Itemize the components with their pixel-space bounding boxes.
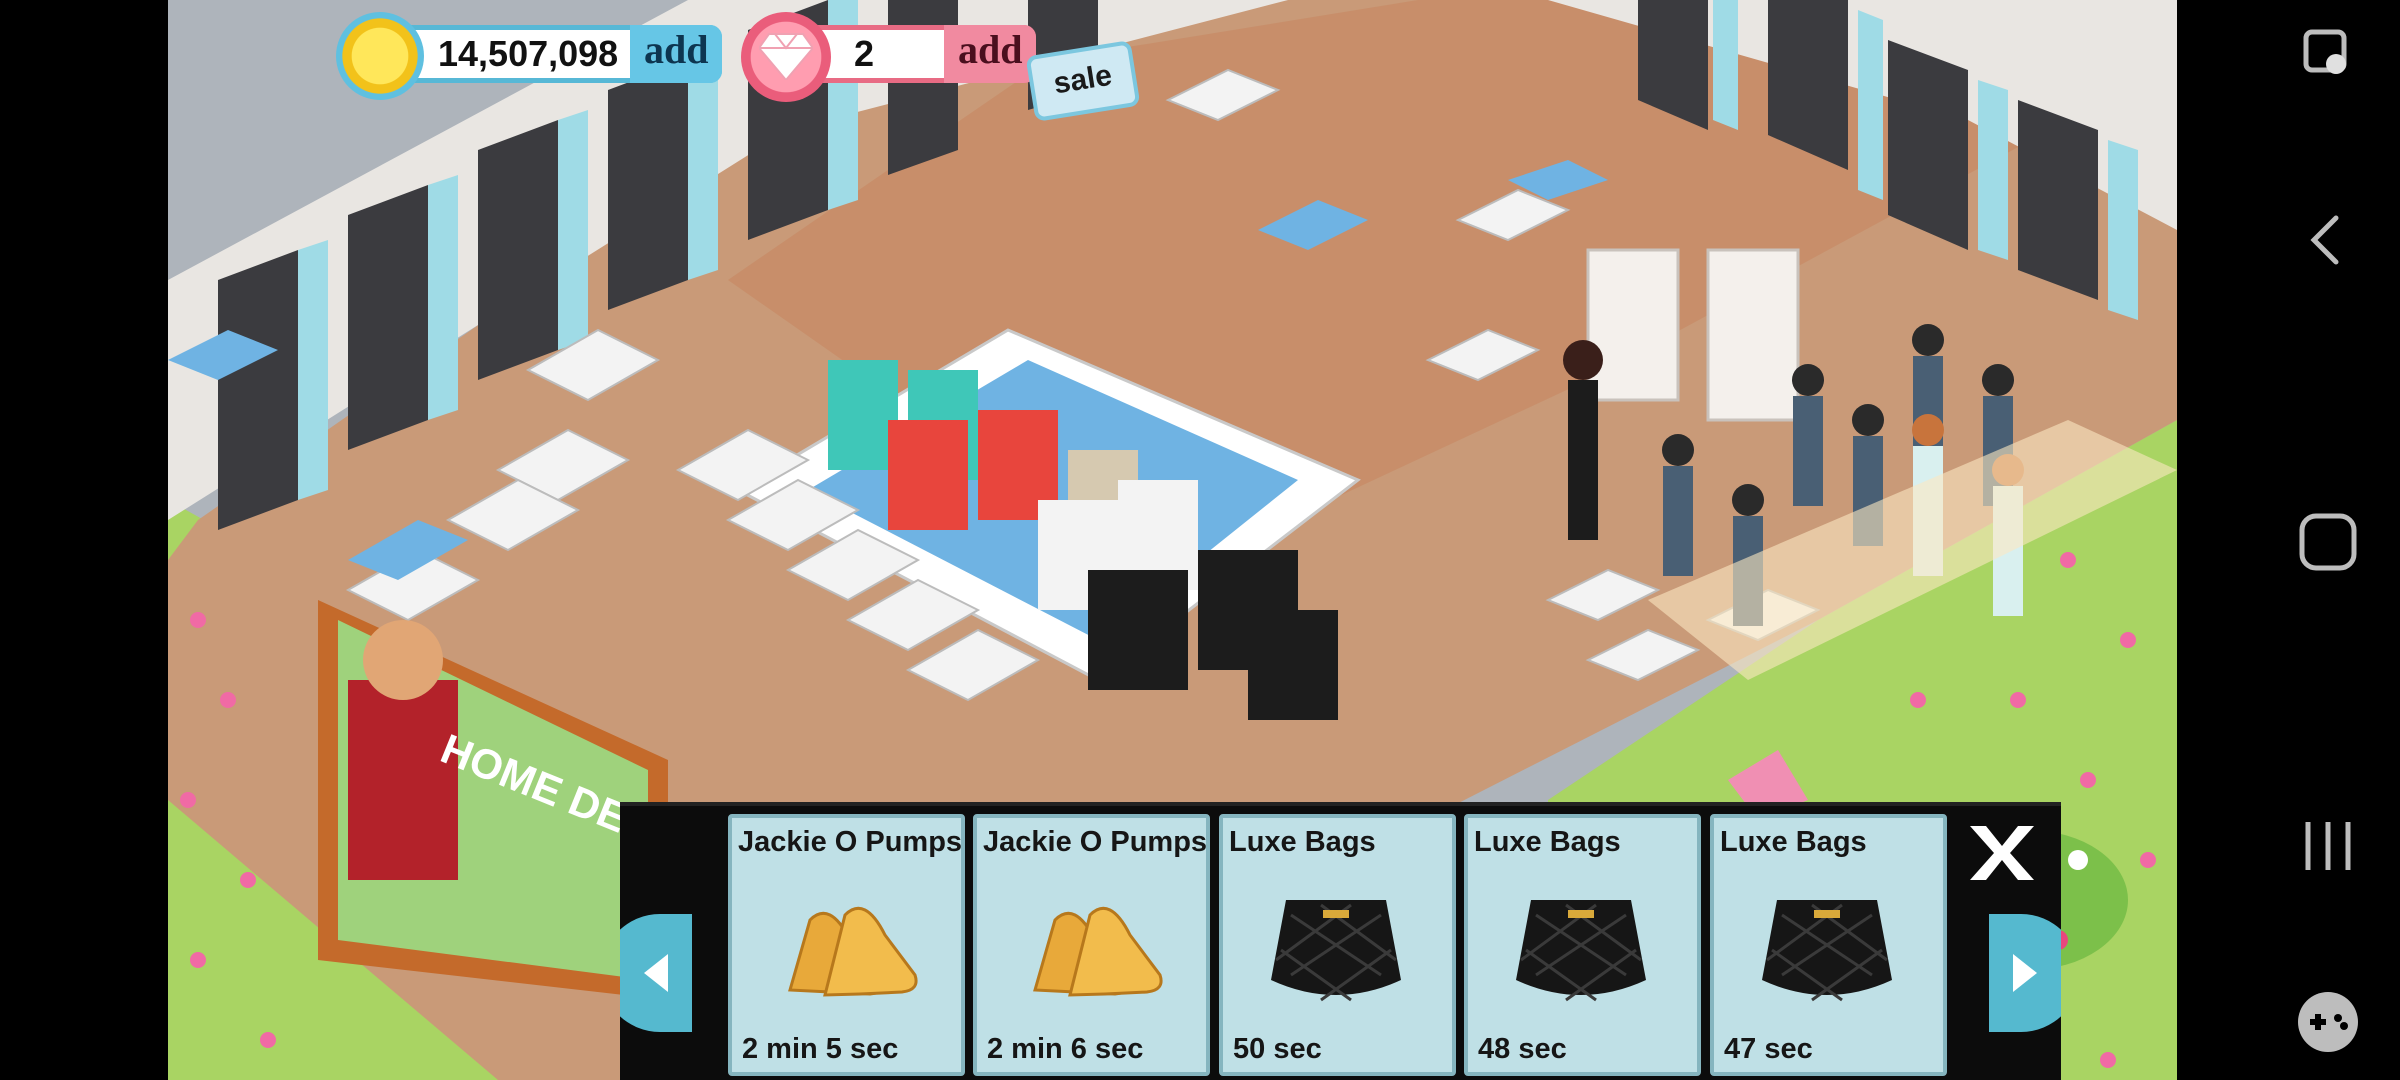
tray-item-card[interactable]: Luxe Bags 48 sec	[1464, 814, 1701, 1076]
tray-item-card[interactable]: Jackie O Pumps 2 min 6 sec	[973, 814, 1210, 1076]
coin-icon	[336, 12, 424, 100]
pumps-icon	[788, 906, 918, 997]
game-viewport[interactable]: HOME DESIG 14,507,098 add 2 add sale Jac…	[168, 0, 2177, 1080]
item-name: Luxe Bags	[1474, 826, 1621, 858]
back-icon[interactable]	[2292, 204, 2364, 276]
item-timer: 47 sec	[1724, 1033, 1813, 1065]
bag-icon	[1762, 900, 1892, 1002]
item-timer: 2 min 6 sec	[987, 1033, 1144, 1065]
bag-icon	[1516, 900, 1646, 1002]
item-timer: 50 sec	[1233, 1033, 1322, 1065]
bag-icon	[1271, 900, 1401, 1002]
item-name: Jackie O Pumps	[738, 826, 963, 858]
add-gems-button[interactable]: add	[944, 25, 1036, 83]
tray-item-card[interactable]: Luxe Bags 47 sec	[1710, 814, 1947, 1076]
tray-prev-arrow-icon[interactable]	[620, 914, 692, 1032]
item-name: Jackie O Pumps	[983, 826, 1208, 858]
coin-balance: 14,507,098	[438, 33, 619, 74]
item-timer: 2 min 5 sec	[742, 1033, 899, 1065]
game-controller-icon[interactable]	[2292, 986, 2364, 1058]
item-name: Luxe Bags	[1720, 826, 1867, 858]
tray-next-arrow-icon[interactable]	[1989, 914, 2061, 1032]
pumps-icon	[1033, 906, 1163, 997]
screenshot-icon[interactable]	[2292, 18, 2364, 90]
home-icon[interactable]	[2292, 506, 2364, 578]
item-name: Luxe Bags	[1229, 826, 1376, 858]
tray-item-card[interactable]: Jackie O Pumps 2 min 5 sec	[728, 814, 965, 1076]
close-icon[interactable]	[1962, 820, 2042, 886]
tray-item-card[interactable]: Luxe Bags 50 sec	[1219, 814, 1456, 1076]
add-coins-button[interactable]: add	[630, 25, 722, 83]
diamond-icon	[741, 12, 831, 102]
item-timer: 48 sec	[1478, 1033, 1567, 1065]
production-tray: Jackie O Pumps 2 min 5 sec Jackie O Pump…	[620, 802, 2061, 1080]
recents-icon[interactable]	[2292, 810, 2364, 882]
